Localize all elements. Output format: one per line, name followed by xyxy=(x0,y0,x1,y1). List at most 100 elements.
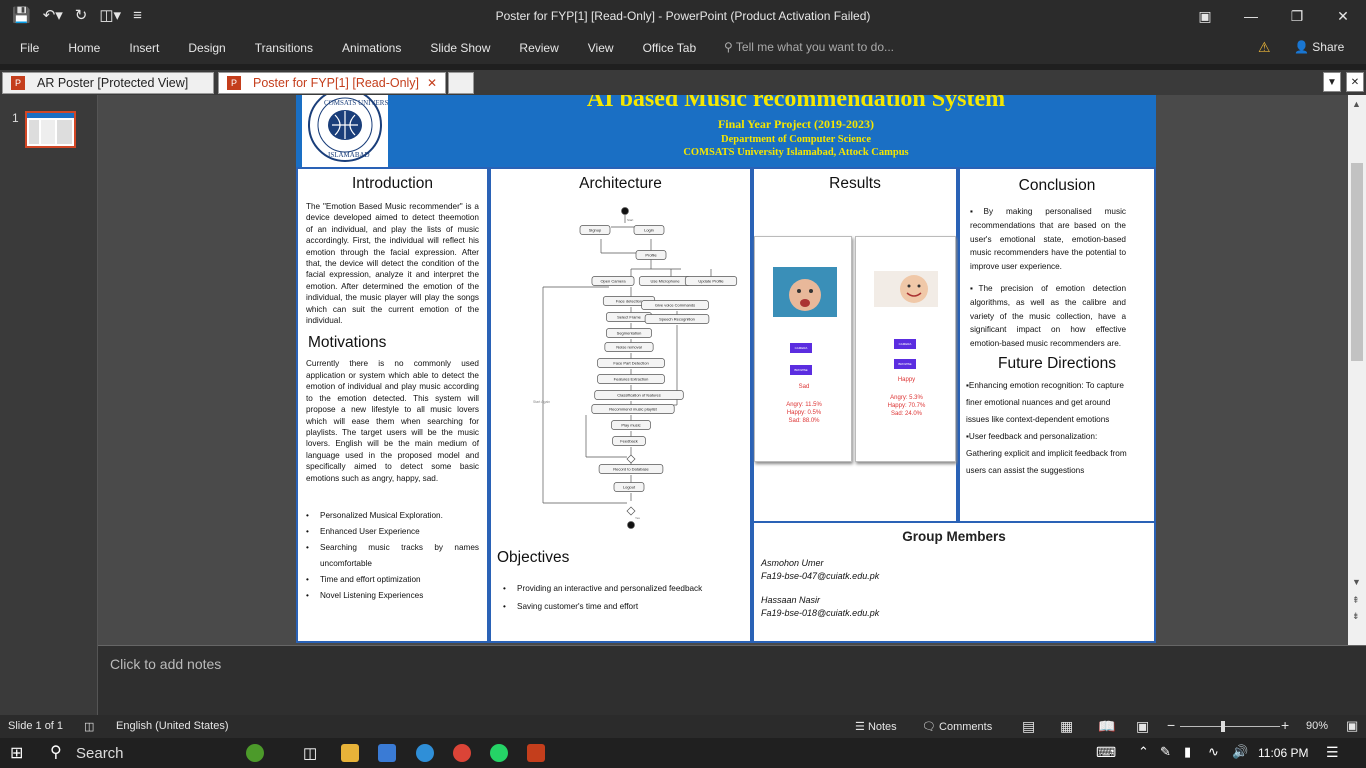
search-icon[interactable]: ⚲ xyxy=(50,742,62,762)
scroll-up-icon[interactable]: ▲ xyxy=(1352,99,1361,109)
windows-taskbar: ⊞ ⚲ Search ◫ ⌨ ⌃ ✎ ▮ ∿ 🔊 11:06 PM ☰ xyxy=(0,738,1366,768)
list-item: Personalized Musical Exploration. xyxy=(298,508,479,524)
list-item: Searching music tracks by names uncomfor… xyxy=(298,540,479,572)
poster-slide[interactable]: COMSATS UNIVERSITY ISLAMABAD AI based Mu… xyxy=(296,95,1156,643)
poster-department: Department of Computer Science COMSATS U… xyxy=(446,133,1146,159)
tab-home[interactable]: Home xyxy=(68,41,100,55)
activity-label: Recommend music playlist xyxy=(609,407,657,412)
restore-button[interactable]: ❐ xyxy=(1274,0,1320,32)
comments-button[interactable]: 🗨 Comments xyxy=(922,720,992,733)
activity-label: Face Part Detection xyxy=(613,361,648,366)
spell-check-icon[interactable]: ◫ xyxy=(84,720,94,733)
zoom-level[interactable]: 90% xyxy=(1306,720,1328,732)
activity-label: Signup xyxy=(589,228,602,233)
scrollbar-thumb[interactable] xyxy=(1351,163,1363,361)
tab-slide-show[interactable]: Slide Show xyxy=(430,41,490,55)
ribbon: File Home Insert Design Transitions Anim… xyxy=(0,32,1366,64)
warning-icon[interactable]: ⚠ xyxy=(1258,39,1271,56)
chrome-icon[interactable] xyxy=(453,744,471,762)
ribbon-tabs: File Home Insert Design Transitions Anim… xyxy=(20,41,725,55)
tab-animations[interactable]: Animations xyxy=(342,41,401,55)
activity-label: Logout xyxy=(623,485,636,490)
tab-view[interactable]: View xyxy=(588,41,614,55)
zoom-out-icon[interactable]: − xyxy=(1167,717,1175,733)
whatsapp-icon[interactable] xyxy=(490,744,508,762)
notes-placeholder[interactable]: Click to add notes xyxy=(110,656,221,672)
lightbulb-icon: ⚲ xyxy=(724,40,733,54)
zoom-slider[interactable] xyxy=(1180,726,1280,727)
future-item: ▪User feedback and personalization: Gath… xyxy=(966,431,1127,475)
tab-list-dropdown-icon[interactable]: ▼ xyxy=(1323,72,1341,92)
windows-start-icon[interactable]: ⊞ xyxy=(10,743,23,763)
powerpoint-taskbar-icon[interactable] xyxy=(527,744,545,762)
keyboard-icon[interactable]: ⌨ xyxy=(1096,744,1116,761)
tab-transitions[interactable]: Transitions xyxy=(255,41,313,55)
notes-pane[interactable]: Click to add notes xyxy=(98,645,1366,715)
department-name: Department of Computer Science xyxy=(721,134,871,145)
yes-label: Yes xyxy=(635,516,640,520)
new-tab-button[interactable] xyxy=(448,72,474,94)
action-center-icon[interactable]: ☰ xyxy=(1326,744,1339,761)
vertical-scrollbar[interactable]: ▲ ▼ ⇞ ⇟ xyxy=(1348,95,1366,645)
tab-review[interactable]: Review xyxy=(519,41,558,55)
volume-icon[interactable]: 🔊 xyxy=(1232,744,1248,760)
tab-file[interactable]: File xyxy=(20,41,39,55)
close-all-tabs-icon[interactable]: ✕ xyxy=(1346,72,1364,92)
document-tabs-bar: P AR Poster [Protected View] P Poster fo… xyxy=(0,70,1366,95)
start-node xyxy=(621,207,629,215)
activity-label: Noise removal xyxy=(616,345,642,350)
share-button[interactable]: 👤 Share xyxy=(1294,40,1344,54)
powerpoint-icon: P xyxy=(227,76,241,90)
future-text: User feedback and personalization: Gathe… xyxy=(966,431,1127,475)
zoom-slider-thumb[interactable] xyxy=(1221,721,1225,732)
tab-design[interactable]: Design xyxy=(188,41,225,55)
store-icon[interactable] xyxy=(378,744,396,762)
tab-office-tab[interactable]: Office Tab xyxy=(643,41,697,55)
end-node xyxy=(627,521,635,529)
doc-tab-ar-poster[interactable]: P AR Poster [Protected View] xyxy=(2,72,214,94)
close-button[interactable]: ✕ xyxy=(1320,0,1366,32)
internet-explorer-icon[interactable] xyxy=(416,744,434,762)
tell-me-box[interactable]: ⚲ Tell me what you want to do... xyxy=(724,40,894,54)
slide-thumbnails-pane: 1 xyxy=(0,95,98,715)
architecture-panel: Architecture Start Yes Signup Login Profile O… xyxy=(489,167,752,643)
battery-icon[interactable]: ▮ xyxy=(1184,744,1191,760)
motivations-bullets: Personalized Musical Exploration. Enhanc… xyxy=(298,508,487,604)
taskbar-search-text[interactable]: Search xyxy=(76,745,124,762)
previous-slide-icon[interactable]: ⇞ xyxy=(1352,595,1360,606)
task-view-icon[interactable]: ◫ xyxy=(303,744,317,762)
language-status[interactable]: English (United States) xyxy=(116,720,229,732)
show-hidden-icons-icon[interactable]: ⌃ xyxy=(1138,744,1149,760)
slide-sorter-icon[interactable]: ▦ xyxy=(1060,718,1073,735)
zoom-in-icon[interactable]: + xyxy=(1281,717,1289,733)
close-tab-icon[interactable]: ✕ xyxy=(427,76,437,90)
wifi-icon[interactable]: ∿ xyxy=(1208,744,1219,760)
share-label: Share xyxy=(1312,40,1345,54)
notes-button[interactable]: ☰ Notes xyxy=(855,720,897,733)
conclusion-item: ▪The precision of emotion detection algo… xyxy=(970,283,1126,349)
slide-show-icon[interactable]: ▣ xyxy=(1136,718,1149,735)
next-slide-icon[interactable]: ⇟ xyxy=(1352,611,1360,622)
reading-view-icon[interactable]: 📖 xyxy=(1098,718,1115,735)
weather-widget-icon[interactable] xyxy=(246,744,264,762)
slide-thumbnail[interactable] xyxy=(25,111,76,148)
normal-view-icon[interactable]: ▤ xyxy=(1022,718,1035,735)
emotion-score: Happy: 70.7% xyxy=(887,403,926,409)
clock[interactable]: 11:06 PM xyxy=(1258,746,1308,760)
ribbon-display-icon[interactable]: ▣ xyxy=(1182,0,1228,32)
file-explorer-icon[interactable] xyxy=(341,744,359,762)
minimize-button[interactable]: — xyxy=(1228,0,1274,32)
tab-insert[interactable]: Insert xyxy=(129,41,159,55)
activity-label: Profile xyxy=(645,253,657,258)
scroll-down-icon[interactable]: ▼ xyxy=(1352,577,1361,587)
start-label: Start xyxy=(627,218,634,222)
start-again-label: Start Again xyxy=(533,400,550,404)
notification-badge-icon[interactable]: ✎ xyxy=(1160,744,1171,760)
emotion-score: Sad: 24.0% xyxy=(890,411,923,417)
intro-title: Introduction xyxy=(352,175,433,192)
camera-button: CAMERA xyxy=(894,339,916,349)
fit-to-window-icon[interactable]: ▣ xyxy=(1346,718,1358,734)
activity-label: Login xyxy=(644,228,654,233)
emotion-label: Sad xyxy=(798,384,810,390)
doc-tab-poster-fyp[interactable]: P Poster for FYP[1] [Read-Only] ✕ xyxy=(218,72,446,94)
